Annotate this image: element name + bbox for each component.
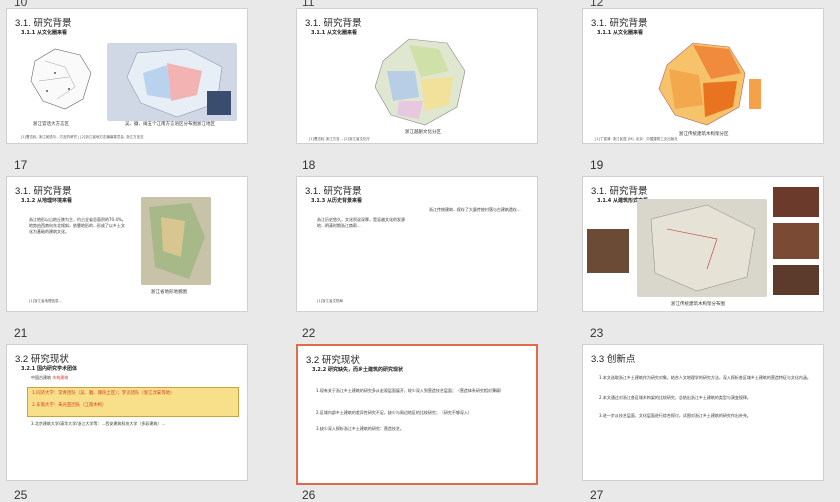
slide-thumbnail-27[interactable]: 3.3 创新点 1.本文选取浙江乡土建筑作为研究对象，结合人文地理学的研究方法，…: [582, 344, 824, 481]
slide-number: 27: [590, 488, 604, 502]
slide-thumbnail-23[interactable]: 3.1. 研究背景 3.1.4 从建筑形式来看 浙江传统建筑木构架分布图: [582, 176, 824, 312]
slide-thumbnail-22[interactable]: 3.1. 研究背景 3.1.3 从历史背景来看 浙江历史悠久，文化积淀深厚，是吴…: [296, 176, 538, 312]
slide-number: 18: [302, 158, 316, 172]
slide-number: 22: [302, 326, 316, 340]
slide-thumbnail-21[interactable]: 3.1. 研究背景 3.1.2 从地理环境来看 浙江地形以山地丘陵为主，约占全省…: [6, 176, 248, 312]
timber-frame-map: [658, 42, 746, 126]
building-photo: [773, 265, 819, 295]
building-photo: [773, 223, 819, 259]
slide-number: 25: [14, 488, 28, 502]
slide-number: 23: [590, 326, 604, 340]
slide-thumbnail-18[interactable]: 3.1. 研究背景 3.1.1 从文化圈来看 浙江越剧文化分区 [1]曹志耘 浙…: [296, 8, 538, 144]
slide-thumbnail-26-selected[interactable]: 3.2 研究现状 3.2.2 研究缺失，而乡土建筑的研究现状 1.现有关于浙江乡…: [296, 344, 538, 485]
building-photo: [587, 229, 629, 273]
timber-frame-distribution-map: [637, 199, 767, 297]
slide-number: 17: [14, 158, 28, 172]
slide-thumbnail-19[interactable]: 3.1. 研究背景 3.1.1 从文化圈来看 浙江传统建筑木构架分区 [1]丁俊…: [582, 8, 824, 144]
terrain-map: [141, 197, 211, 285]
slide-thumbnail-17[interactable]: 3.1. 研究背景 3.1.1 从文化圈来看 浙江官话大方言区 吴、徽、闽五个江…: [6, 8, 248, 144]
building-photo: [773, 187, 819, 217]
slide-number: 21: [14, 326, 28, 340]
slide-number: 19: [590, 158, 604, 172]
culture-zone-map: [374, 38, 466, 126]
highlight-box: 1.同济大学：常青团队（吴、徽、赣风土区）；李浈团队（浙江淳安等地） 2.东南大…: [27, 387, 239, 417]
map-legend: [749, 79, 761, 109]
dialect-map-left: [30, 48, 92, 110]
slide-number: 26: [302, 488, 316, 502]
dialect-map-right: [107, 43, 237, 121]
slide-thumbnail-25[interactable]: 3.2 研究现状 3.2.1 国内研究学术团体 中国古建筑 木构建筑 1.同济大…: [6, 344, 248, 481]
